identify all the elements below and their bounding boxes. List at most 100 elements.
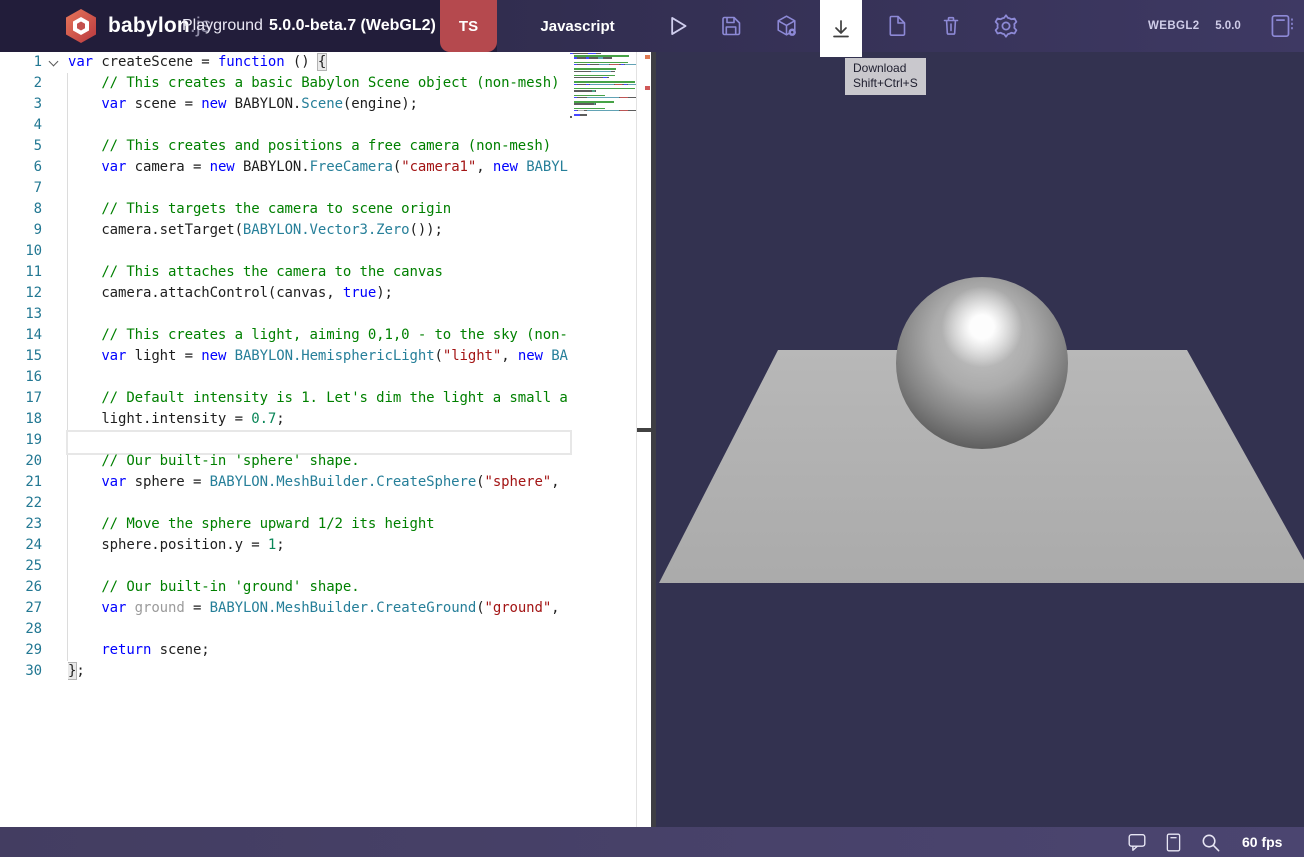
code-text xyxy=(68,367,568,388)
line-number: 6 xyxy=(0,157,42,178)
delete-button[interactable] xyxy=(930,0,972,52)
code-text: var createScene = function () { xyxy=(68,52,568,73)
engine-version-label: 5.0.0 xyxy=(1205,0,1251,52)
overview-ruler-mark xyxy=(645,86,650,90)
splitter-handle[interactable] xyxy=(637,428,651,432)
line-number: 24 xyxy=(0,535,42,556)
line-number: 20 xyxy=(0,451,42,472)
code-text: // Move the sphere upward 1/2 its height xyxy=(68,514,568,535)
code-row[interactable]: 10 xyxy=(0,241,568,262)
code-row[interactable]: 12 camera.attachControl(canvas, true); xyxy=(0,283,568,304)
code-text xyxy=(68,619,568,640)
code-text: var scene = new BABYLON.Scene(engine); xyxy=(68,94,568,115)
line-number: 29 xyxy=(0,640,42,661)
code-row[interactable]: 9 camera.setTarget(BABYLON.Vector3.Zero(… xyxy=(0,220,568,241)
chat-bubble-icon[interactable] xyxy=(1126,831,1148,853)
code-text: // This creates and positions a free cam… xyxy=(68,136,568,157)
code-row[interactable]: 1 var createScene = function () { xyxy=(0,52,568,73)
code-text: var camera = new BABYLON.FreeCamera("cam… xyxy=(68,157,568,178)
minimap-row xyxy=(570,106,636,107)
code-text: // This creates a light, aiming 0,1,0 - … xyxy=(68,325,568,346)
canvas-left-edge xyxy=(651,52,656,827)
fold-gutter xyxy=(42,430,68,451)
code-row[interactable]: 5 // This creates and positions a free c… xyxy=(0,136,568,157)
code-row[interactable]: 15 var light = new BABYLON.HemisphericLi… xyxy=(0,346,568,367)
minimap[interactable] xyxy=(570,53,636,173)
fold-chevron-icon[interactable] xyxy=(42,52,68,73)
code-row[interactable]: 13 xyxy=(0,304,568,325)
line-number: 26 xyxy=(0,577,42,598)
new-button[interactable] xyxy=(875,0,917,52)
examples-button[interactable] xyxy=(1260,0,1302,52)
fold-gutter xyxy=(42,220,68,241)
code-row[interactable]: 16 xyxy=(0,367,568,388)
code-text: var light = new BABYLON.HemisphericLight… xyxy=(68,346,568,367)
code-text: // This attaches the camera to the canva… xyxy=(68,262,568,283)
code-row[interactable]: 8 // This targets the camera to scene or… xyxy=(0,199,568,220)
code-row[interactable]: 14 // This creates a light, aiming 0,1,0… xyxy=(0,325,568,346)
code-row[interactable]: 3 var scene = new BABYLON.Scene(engine); xyxy=(0,94,568,115)
line-number: 15 xyxy=(0,346,42,367)
tooltip-title: Download xyxy=(853,61,918,76)
minimap-row xyxy=(570,57,636,58)
line-number: 22 xyxy=(0,493,42,514)
fold-gutter xyxy=(42,304,68,325)
minimap-row xyxy=(570,62,636,63)
line-number: 30 xyxy=(0,661,42,682)
code-text: camera.setTarget(BABYLON.Vector3.Zero())… xyxy=(68,220,568,241)
notebook-icon[interactable] xyxy=(1163,832,1184,853)
code-text: var sphere = BABYLON.MeshBuilder.CreateS… xyxy=(68,472,568,493)
code-text: // Our built-in 'sphere' shape. xyxy=(68,451,568,472)
minimap-row xyxy=(570,68,636,69)
download-button[interactable] xyxy=(820,0,862,57)
line-number: 23 xyxy=(0,514,42,535)
code-row[interactable]: 11 // This attaches the camera to the ca… xyxy=(0,262,568,283)
fold-gutter xyxy=(42,409,68,430)
code-row[interactable]: 22 xyxy=(0,493,568,514)
code-row[interactable]: 26 // Our built-in 'ground' shape. xyxy=(0,577,568,598)
fold-gutter xyxy=(42,367,68,388)
settings-button[interactable] xyxy=(985,0,1027,52)
code-row[interactable]: 20 // Our built-in 'sphere' shape. xyxy=(0,451,568,472)
line-number: 5 xyxy=(0,136,42,157)
code-row[interactable]: 4 xyxy=(0,115,568,136)
fold-gutter xyxy=(42,283,68,304)
code-editor[interactable]: 1 var createScene = function () {2 // Thi… xyxy=(0,52,651,827)
code-text xyxy=(68,493,568,514)
line-number: 4 xyxy=(0,115,42,136)
code-text: // Our built-in 'ground' shape. xyxy=(68,577,568,598)
fold-gutter xyxy=(42,472,68,493)
code-row[interactable]: 18 light.intensity = 0.7; xyxy=(0,409,568,430)
minimap-row xyxy=(570,92,636,93)
code-row[interactable]: 30}; xyxy=(0,661,568,682)
code-row[interactable]: 2 // This creates a basic Babylon Scene … xyxy=(0,73,568,94)
code-row[interactable]: 23 // Move the sphere upward 1/2 its hei… xyxy=(0,514,568,535)
code-row[interactable]: 21 var sphere = BABYLON.MeshBuilder.Crea… xyxy=(0,472,568,493)
minimap-row xyxy=(570,60,636,61)
render-canvas[interactable] xyxy=(651,52,1304,827)
language-select-button[interactable]: Javascript xyxy=(505,0,650,52)
save-button[interactable] xyxy=(710,0,752,52)
code-row[interactable]: 27 var ground = BABYLON.MeshBuilder.Crea… xyxy=(0,598,568,619)
inspector-button[interactable] xyxy=(765,0,807,52)
fold-gutter xyxy=(42,661,68,682)
code-row[interactable]: 24 sphere.position.y = 1; xyxy=(0,535,568,556)
run-button[interactable] xyxy=(656,0,698,52)
code-row[interactable]: 19 xyxy=(0,430,568,451)
minimap-border xyxy=(636,52,637,827)
code-row[interactable]: 28 xyxy=(0,619,568,640)
fold-gutter xyxy=(42,493,68,514)
babylon-playground: babylon.js Playground 5.0.0-beta.7 (WebG… xyxy=(0,0,1304,857)
code-row[interactable]: 29 return scene; xyxy=(0,640,568,661)
code-row[interactable]: 17 // Default intensity is 1. Let's dim … xyxy=(0,388,568,409)
code-row[interactable]: 7 xyxy=(0,178,568,199)
fold-gutter xyxy=(42,136,68,157)
code-row[interactable]: 6 var camera = new BABYLON.FreeCamera("c… xyxy=(0,157,568,178)
code-row[interactable]: 25 xyxy=(0,556,568,577)
header-bar: babylon.js Playground 5.0.0-beta.7 (WebG… xyxy=(0,0,1304,52)
code-lines[interactable]: 1 var createScene = function () {2 // Thi… xyxy=(0,52,568,682)
line-number: 1 xyxy=(0,52,42,73)
minimap-row xyxy=(570,90,636,91)
typescript-toggle-button[interactable]: TS xyxy=(440,0,497,52)
search-icon[interactable] xyxy=(1199,831,1222,854)
